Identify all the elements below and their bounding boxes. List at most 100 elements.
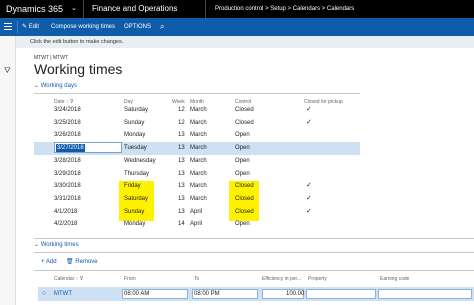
efficiency-value: 100.00: [286, 291, 305, 297]
hamburger-icon-bar: [4, 26, 12, 27]
cell-control: Closed: [235, 208, 254, 215]
cell-day: Wednesday: [124, 157, 156, 164]
divider: [83, 0, 84, 18]
cell-month: April: [190, 208, 203, 215]
cell-day: Thursday: [124, 170, 150, 177]
cell-date: 4/2/2018: [54, 221, 78, 228]
chevron-down-icon: ⌄: [34, 83, 40, 89]
column-header-earning-code[interactable]: Earning code: [380, 276, 409, 282]
cell-month: March: [190, 107, 207, 113]
module-name: Finance and Operations: [92, 4, 178, 13]
cell-week: 13: [178, 208, 185, 215]
cell-control: Open: [235, 170, 250, 177]
from-value: 08:00 AM: [124, 291, 150, 297]
cell-month: March: [190, 170, 207, 177]
column-header-from[interactable]: From: [124, 276, 136, 282]
add-button[interactable]: + Add: [41, 256, 57, 268]
cell-month: March: [190, 157, 207, 164]
remove-label: Remove: [75, 259, 98, 265]
edit-button[interactable]: ✎ Edit: [22, 18, 39, 36]
column-header-efficiency[interactable]: Efficiency in per...: [262, 276, 301, 282]
cell-date: 3/28/2018: [54, 157, 81, 164]
search-icon[interactable]: ⌕: [160, 18, 164, 36]
cell-day: Sunday: [124, 208, 145, 215]
plus-icon: +: [41, 259, 45, 265]
top-bar: Dynamics 365 ⌄ Finance and Operations Pr…: [0, 0, 474, 18]
cell-date: 3/30/2018: [54, 183, 81, 190]
chevron-down-icon: ⌄: [34, 242, 40, 248]
page-title: Working times: [34, 61, 123, 77]
filter-icon: ⊽: [79, 276, 84, 282]
property-field[interactable]: [306, 289, 376, 299]
column-header-calendar[interactable]: Calendar ↑ ⊽: [54, 276, 83, 282]
pencil-icon: ✎: [22, 24, 28, 30]
row-radio[interactable]: ○: [42, 287, 46, 301]
chevron-down-icon[interactable]: ⌄: [71, 0, 77, 18]
cell-day: Monday: [124, 132, 146, 139]
cell-day: Saturday: [124, 107, 149, 113]
cell-control: Closed: [235, 195, 254, 202]
cell-month: March: [190, 183, 207, 190]
working-times-label: Working times: [40, 242, 79, 248]
checkmark-icon: ✓: [306, 182, 312, 190]
working-days-header[interactable]: ⌄ Working days: [34, 81, 77, 92]
to-value: 08:00 PM: [194, 291, 220, 297]
cell-control: Open: [235, 132, 250, 139]
divider: [205, 0, 206, 18]
nav-breadcrumb[interactable]: Production control > Setup > Calendars >…: [215, 0, 354, 18]
options-tab[interactable]: OPTIONS: [124, 18, 151, 36]
remove-button[interactable]: 🗑 Remove: [66, 256, 98, 268]
checkmark-icon: ✓: [306, 118, 312, 126]
cell-date: 3/26/2018: [54, 132, 81, 139]
cell-week: 14: [178, 221, 185, 228]
cell-date: 3/31/2018: [54, 195, 81, 202]
hamburger-icon-bar: [4, 29, 12, 30]
hamburger-icon[interactable]: [4, 23, 12, 24]
cell-day: Saturday: [124, 195, 149, 202]
cell-month: March: [190, 195, 207, 202]
section-divider: [34, 238, 474, 239]
cell-control: Open: [235, 221, 250, 228]
left-rail: ⛛: [0, 36, 16, 305]
add-label: Add: [45, 259, 57, 265]
calendar-link[interactable]: MTWT: [54, 287, 72, 301]
column-header-property[interactable]: Property: [308, 276, 327, 282]
cell-week: 13: [178, 195, 185, 202]
working-days-label: Working days: [40, 83, 77, 89]
cell-day: Monday: [124, 221, 146, 228]
cell-week: 12: [178, 119, 185, 126]
section-divider: [34, 252, 474, 253]
edit-label: Edit: [28, 24, 40, 30]
section-divider: [34, 270, 474, 271]
column-header-to[interactable]: To: [194, 276, 199, 282]
cell-control: Closed: [235, 119, 254, 126]
cell-month: April: [190, 221, 203, 228]
cell-control: Closed: [235, 183, 254, 190]
cell-week: 13: [178, 145, 185, 152]
cell-week: 13: [178, 183, 185, 190]
app-name[interactable]: Dynamics 365: [6, 0, 63, 18]
cell-day: Sunday: [124, 119, 145, 126]
filter-icon[interactable]: ⛛: [4, 66, 11, 76]
cell-day: Tuesday: [124, 145, 147, 152]
checkmark-icon: ✓: [306, 194, 312, 202]
working-times-header[interactable]: ⌄ Working times: [34, 240, 79, 251]
earning-code-field[interactable]: [378, 289, 472, 299]
cell-week: 13: [178, 170, 185, 177]
cell-month: March: [190, 119, 207, 126]
section-divider: [34, 93, 360, 94]
cell-week: 13: [178, 157, 185, 164]
date-input-value: 3/27/2018: [56, 144, 85, 152]
date-input[interactable]: 3/27/2018: [54, 142, 122, 153]
cell-day: Friday: [124, 183, 141, 190]
cell-month: March: [190, 132, 207, 139]
cell-date: 4/1/2018: [54, 208, 78, 215]
trash-icon: 🗑: [66, 259, 74, 265]
cell-week: 12: [178, 107, 185, 113]
cell-week: 13: [178, 132, 185, 139]
compose-working-times-button[interactable]: Compose working times: [51, 18, 115, 36]
cell-date: 3/29/2018: [54, 170, 81, 177]
message-bar: Click the edit button to make changes.: [16, 36, 474, 48]
cell-control: Closed: [235, 107, 254, 113]
cell-date: 3/24/2018: [54, 107, 81, 113]
